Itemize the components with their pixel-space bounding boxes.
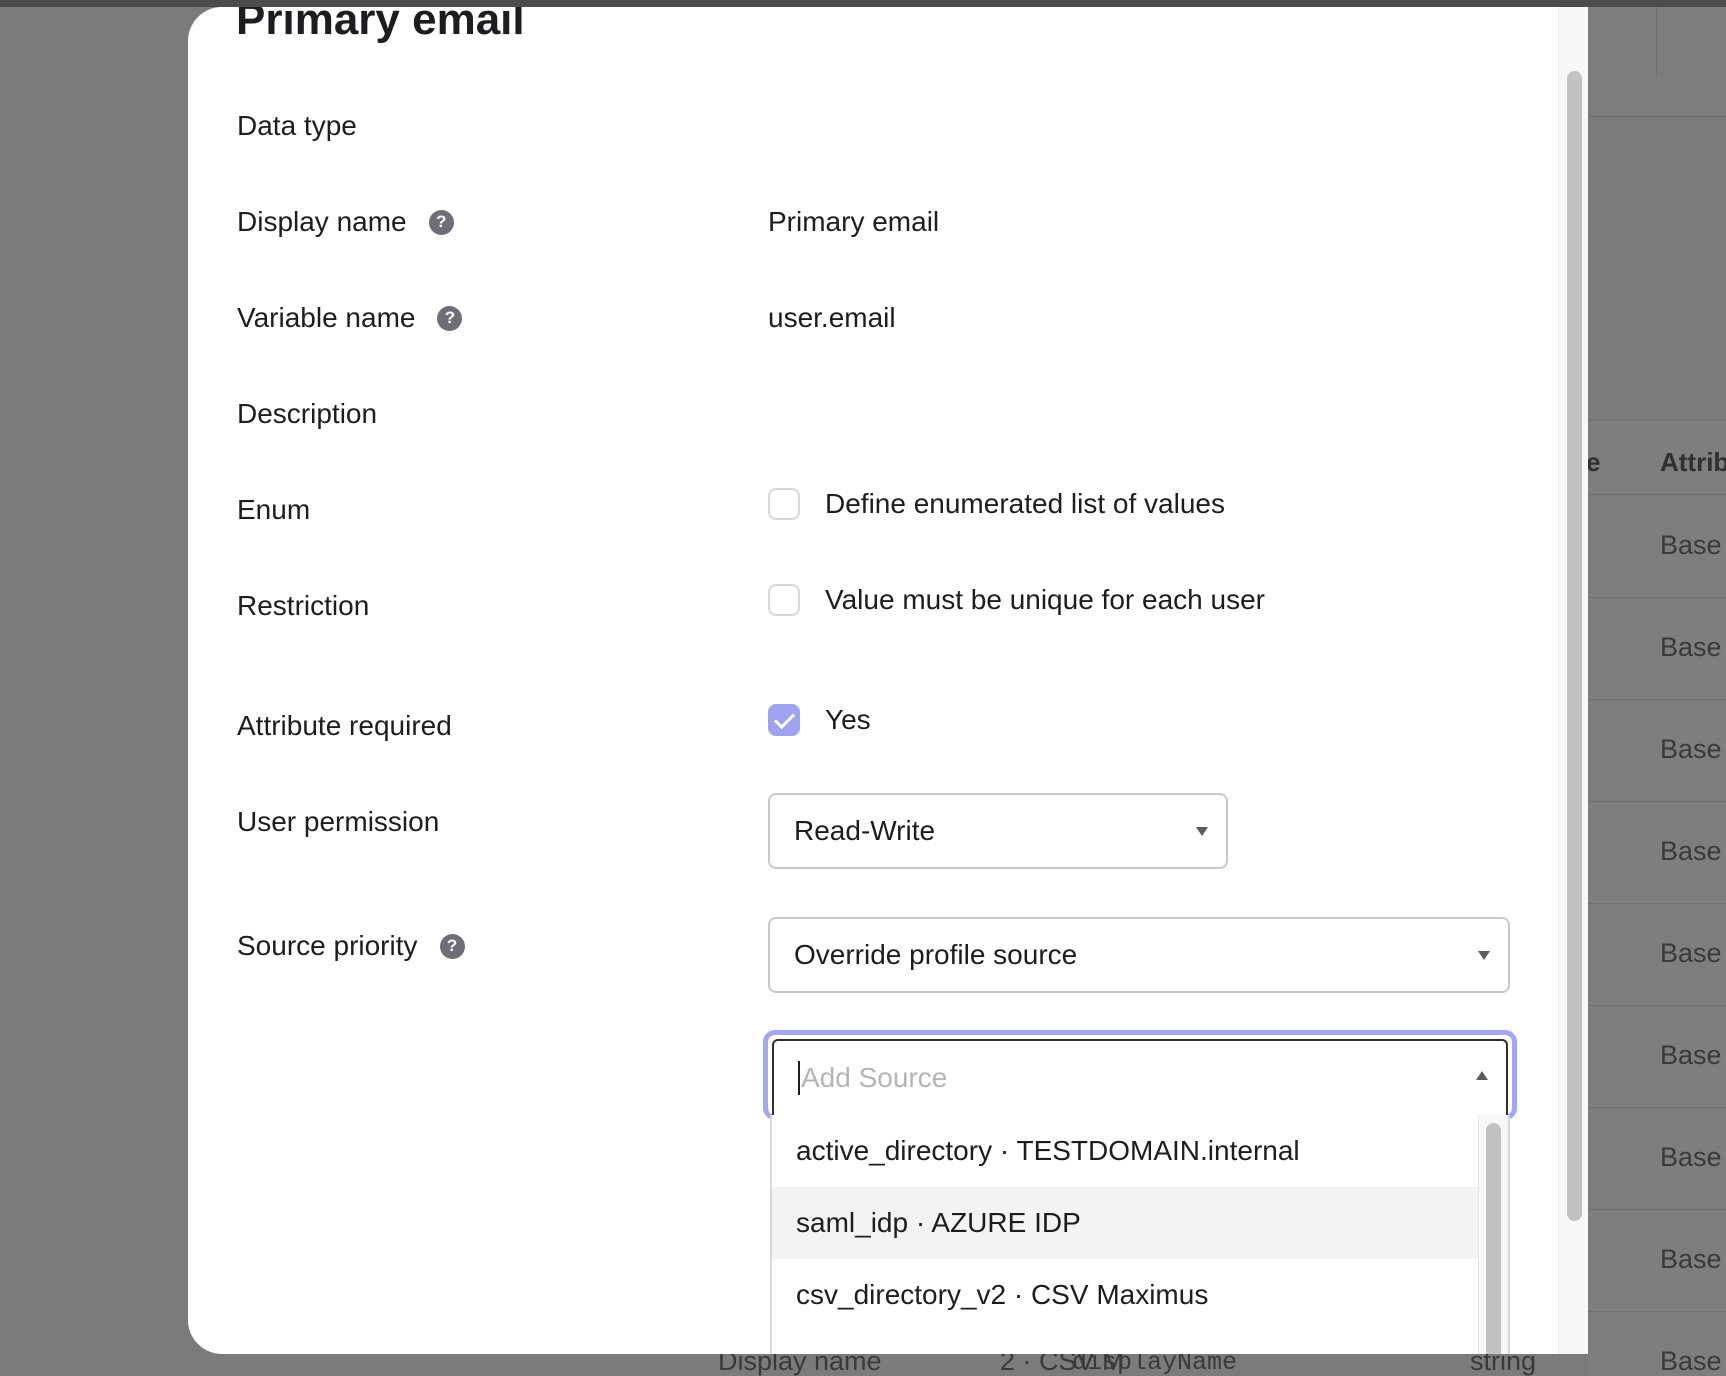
display-name-label: Display name ?	[237, 206, 454, 238]
background-header-cell: e	[1586, 447, 1601, 477]
display-name-label-text: Display name	[237, 206, 407, 237]
source-priority-select[interactable]: Override profile source	[768, 917, 1510, 993]
source-option-csv-directory[interactable]: csv_directory_v2 · CSV Maximus	[772, 1259, 1478, 1331]
background-source-cell: Base	[1660, 1244, 1722, 1274]
unique-checkbox[interactable]	[768, 584, 800, 616]
required-checkbox-label[interactable]: Yes	[825, 704, 871, 736]
chevron-down-icon[interactable]	[1478, 951, 1490, 960]
enum-label: Enum	[237, 494, 310, 526]
chevron-up-icon[interactable]	[1476, 1071, 1488, 1080]
table-row: Base	[1588, 1312, 1726, 1376]
background-source-cell: Base	[1660, 1142, 1722, 1172]
attribute-required-label-text: Attribute required	[237, 710, 452, 741]
source-priority-label-text: Source priority	[237, 930, 418, 961]
unique-checkbox-label[interactable]: Value must be unique for each user	[825, 584, 1265, 616]
modal-scrollbar-thumb[interactable]	[1567, 71, 1582, 1221]
restriction-label: Restriction	[237, 590, 369, 622]
background-table-header: e Attrib	[1586, 421, 1726, 495]
background-top-bar	[0, 0, 1726, 7]
variable-name-label-text: Variable name	[237, 302, 416, 333]
table-row: Base	[1588, 1006, 1726, 1108]
help-icon[interactable]: ?	[428, 209, 454, 235]
attribute-required-label: Attribute required	[237, 710, 452, 742]
enum-label-text: Enum	[237, 494, 311, 525]
table-row: Base	[1588, 904, 1726, 1006]
options-scrollbar-thumb[interactable]	[1486, 1123, 1501, 1354]
table-row: Base	[1588, 496, 1726, 598]
user-permission-selected: Read-Write	[794, 815, 936, 846]
background-source-cell: Base	[1660, 530, 1722, 560]
background-source-cell: Base	[1660, 1040, 1722, 1070]
restriction-label-text: Restriction	[237, 590, 370, 621]
user-permission-label-text: User permission	[237, 806, 440, 837]
unique-checkbox-row[interactable]: Value must be unique for each user	[768, 584, 1265, 616]
background-attributes-table: e Attrib Base Base Base Base Base Base B…	[1586, 420, 1726, 1376]
background-header-cell: Attrib	[1660, 447, 1726, 477]
source-priority-label: Source priority ?	[237, 930, 465, 962]
data-type-label-text: Data type	[237, 110, 357, 141]
required-checkbox-row[interactable]: Yes	[768, 704, 871, 736]
add-source-options-list: active_directory · TESTDOMAIN.internal s…	[770, 1115, 1510, 1354]
background-source-cell: Base	[1660, 836, 1722, 866]
display-name-value: Primary email	[768, 206, 940, 237]
chevron-down-icon[interactable]	[1196, 827, 1208, 836]
table-row: Base	[1588, 598, 1726, 700]
add-source-focus-ring: Add Source	[763, 1030, 1517, 1120]
table-row: Base	[1588, 1108, 1726, 1210]
help-icon[interactable]: ?	[437, 305, 463, 331]
background-source-cell: Base	[1660, 734, 1722, 764]
background-source-cell: Base	[1660, 1346, 1722, 1376]
source-option-saml-idp[interactable]: saml_idp · AZURE IDP	[772, 1187, 1478, 1259]
help-icon[interactable]: ?	[439, 933, 465, 959]
modal-title: Primary email	[236, 7, 525, 44]
text-cursor	[798, 1061, 800, 1095]
edit-attribute-modal: Primary email Data type Display name ? P…	[188, 7, 1588, 1354]
table-row: Base	[1588, 802, 1726, 904]
required-checkbox[interactable]	[768, 704, 800, 736]
variable-name-value: user.email	[768, 302, 896, 333]
user-permission-select[interactable]: Read-Write	[768, 793, 1228, 869]
description-label-text: Description	[237, 398, 378, 429]
table-row: Base	[1588, 700, 1726, 802]
add-source-placeholder: Add Source	[801, 1062, 948, 1093]
enum-checkbox-row[interactable]: Define enumerated list of values	[768, 488, 1225, 520]
variable-name-label: Variable name ?	[237, 302, 463, 334]
data-type-label: Data type	[237, 110, 357, 142]
background-header-area	[1588, 7, 1726, 117]
background-source-cell: Base	[1660, 938, 1722, 968]
source-priority-selected: Override profile source	[794, 939, 1078, 970]
source-option-csv-directory-2[interactable]: csv_directory_v2 · CSV Maximus	[772, 1331, 1478, 1354]
background-source-cell: Base	[1660, 632, 1722, 662]
description-label: Description	[237, 398, 377, 430]
enum-checkbox[interactable]	[768, 488, 800, 520]
add-source-input[interactable]: Add Source	[772, 1039, 1508, 1115]
enum-checkbox-label[interactable]: Define enumerated list of values	[825, 488, 1225, 520]
user-permission-label: User permission	[237, 806, 439, 838]
source-option-active-directory[interactable]: active_directory · TESTDOMAIN.internal	[772, 1115, 1478, 1187]
table-row: Base	[1588, 1210, 1726, 1312]
